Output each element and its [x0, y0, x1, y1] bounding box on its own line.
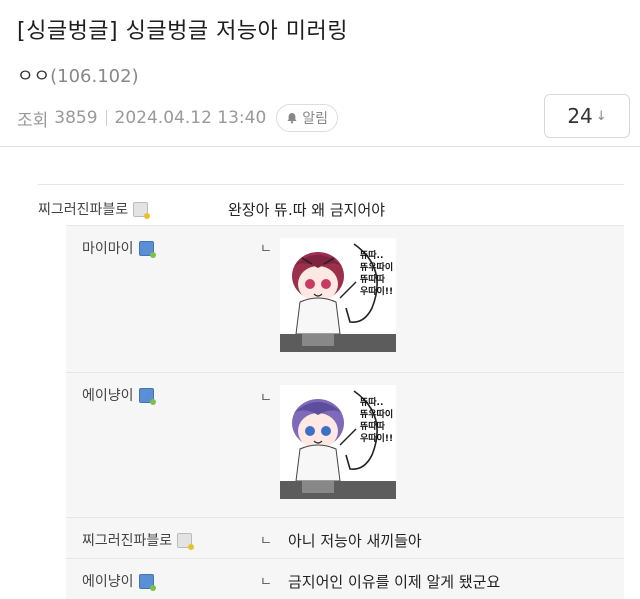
author-ip: (106.102) — [50, 66, 139, 87]
comment-text: 금지어인 이유를 이제 알게 됐군요 — [288, 573, 501, 591]
views-label: 조회 — [17, 110, 49, 131]
author-name[interactable]: ㅇㅇ — [17, 66, 50, 87]
post-date: 2024.04.12 13:40 — [114, 108, 267, 128]
comment-list: 찌그러진파블로 완장아 뜌.따 왜 금지어야 마이마이 ㄴ 뜌따.. 뜌우따이 … — [38, 184, 624, 599]
post-title: [싱글벙글] 싱글벙글 저능아 미러링 — [17, 19, 349, 44]
reply-marker-icon: ㄴ — [260, 391, 272, 406]
half-fixed-nick-icon — [138, 387, 156, 405]
comment-text: 완장아 뜌.따 왜 금지어야 — [228, 201, 386, 219]
reply-row: 에이냥이 ㄴ 금지어인 이유를 이제 알게 됐군요 — [66, 558, 624, 599]
sticker-line: 우따이!! — [360, 434, 394, 444]
comment-nick[interactable]: 에이냥이 — [82, 385, 134, 405]
sticker-line: 우따이!! — [360, 287, 394, 297]
reply-row: 에이냥이 ㄴ 뜌따.. 뜌우따이 뜌따따 우따이!! — [66, 372, 624, 517]
sticker-line: 뜌따.. — [360, 398, 384, 408]
sticker-caption: 뜌따.. 뜌우따이 뜌따따 우따이!! — [360, 250, 393, 298]
alarm-label: 알림 — [302, 111, 329, 127]
comment-count: 24 — [567, 104, 593, 128]
comment-author[interactable]: 찌그러진파블로 — [82, 530, 195, 550]
reply-marker-icon: ㄴ — [260, 575, 272, 590]
dccon-sticker[interactable]: 뜌따.. 뜌우따이 뜌따따 우따이!! — [280, 385, 396, 499]
sticker-line: 뜌우따이 — [360, 410, 394, 420]
comment-nick[interactable]: 찌그러진파블로 — [82, 530, 172, 550]
header-divider — [0, 146, 640, 147]
sticker-line: 뜌따따 — [360, 422, 385, 432]
comment-author[interactable]: 마이마이 — [82, 238, 156, 258]
sort-arrow-icon: ↓ — [595, 108, 607, 124]
fixed-nick-icon — [177, 532, 195, 550]
reply-marker-icon: ㄴ — [260, 534, 272, 549]
sticker-line: 뜌따따 — [360, 275, 385, 285]
fixed-nick-icon — [133, 201, 151, 219]
comment-nick[interactable]: 에이냥이 — [82, 571, 134, 591]
half-fixed-nick-icon — [138, 573, 156, 591]
comment-text: 아니 저능아 새끼들아 — [288, 532, 422, 550]
views-count: 3859 — [54, 108, 98, 128]
comment-row: 찌그러진파블로 완장아 뜌.따 왜 금지어야 — [38, 184, 624, 225]
sticker-line: 뜌따.. — [360, 251, 384, 261]
reply-row: 마이마이 ㄴ 뜌따.. 뜌우따이 뜌따따 우따이!! — [66, 225, 624, 372]
comment-author[interactable]: 에이냥이 — [82, 571, 156, 591]
comment-count-button[interactable]: 24 ↓ — [544, 94, 630, 138]
alarm-button[interactable]: 알림 — [276, 104, 339, 132]
reply-row: 찌그러진파블로 ㄴ 아니 저능아 새끼들아 — [66, 517, 624, 558]
comment-nick[interactable]: 마이마이 — [82, 238, 134, 258]
comment-author[interactable]: 에이냥이 — [82, 385, 156, 405]
meta-divider — [105, 110, 107, 126]
half-fixed-nick-icon — [138, 240, 156, 258]
post-meta: 조회 3859 2024.04.12 13:40 알림 — [17, 104, 339, 132]
sticker-caption: 뜌따.. 뜌우따이 뜌따따 우따이!! — [360, 397, 393, 445]
reply-marker-icon: ㄴ — [260, 242, 272, 257]
dccon-sticker[interactable]: 뜌따.. 뜌우따이 뜌따따 우따이!! — [280, 238, 396, 352]
comment-nick[interactable]: 찌그러진파블로 — [38, 199, 128, 219]
comment-author[interactable]: 찌그러진파블로 — [38, 199, 151, 219]
bell-icon — [287, 113, 297, 124]
post-author[interactable]: ㅇㅇ(106.102) — [17, 62, 139, 88]
sticker-line: 뜌우따이 — [360, 263, 394, 273]
